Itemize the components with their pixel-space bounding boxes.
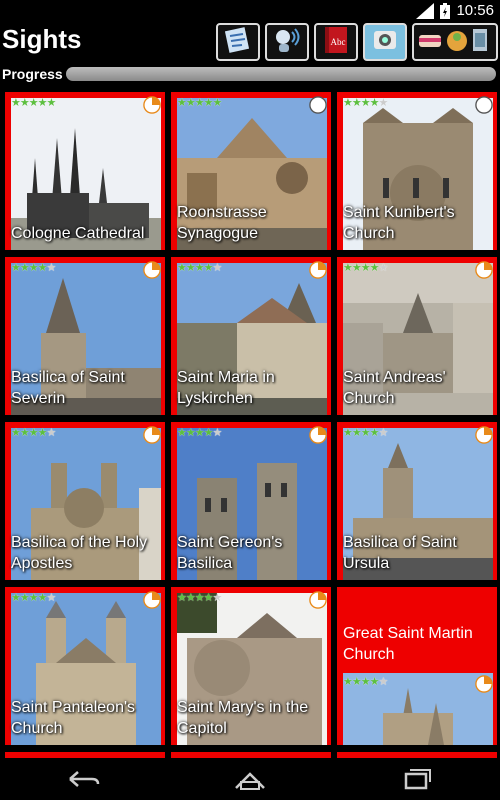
overall-progress-bar: [66, 67, 496, 81]
back-button[interactable]: [61, 763, 105, 795]
progress-pie-icon: [475, 675, 493, 693]
progress-label: Progress: [2, 66, 63, 82]
status-bar: 10:56: [0, 0, 500, 22]
map-icon: [223, 26, 253, 59]
sight-name: Great Saint Martin Church: [343, 625, 473, 663]
clock: 10:56: [456, 2, 494, 19]
sight-name: Basilica of the Holy Apostles: [11, 534, 148, 572]
sight-card[interactable]: ★★★★★ Saint Kunibert's Church: [337, 92, 497, 250]
rating-stars: ★★★★★: [177, 97, 222, 109]
progress-pie-icon: [475, 261, 493, 279]
rating-stars: ★★★★★: [177, 427, 222, 439]
sights-button[interactable]: [363, 23, 407, 61]
rating-stars: ★★★★★: [343, 262, 388, 274]
dictionary-button[interactable]: Abc: [314, 23, 358, 61]
sight-card[interactable]: ★★★★★ Basilica of Saint Ursula: [337, 422, 497, 580]
sight-name: Saint Pantaleon's Church: [11, 699, 136, 737]
sight-name: Saint Gereon's Basilica: [177, 534, 283, 572]
sight-name: Saint Mary's in the Capitol: [177, 699, 309, 737]
rating-stars: ★★★★★: [343, 427, 388, 439]
sights-grid: ★★★★★ Cologne Cathedral ★★★★★ Roonstrass…: [0, 88, 500, 758]
book-abc-icon: Abc: [321, 25, 351, 60]
sight-card[interactable]: ★★★★★ Saint Andreas' Church: [337, 257, 497, 415]
progress-pie-icon: [143, 426, 161, 444]
sight-card[interactable]: ★★★★★ Basilica of Saint Severin: [5, 257, 165, 415]
status-icons: 10:56: [416, 2, 494, 19]
progress-pie-icon: [309, 426, 327, 444]
rating-stars: ★★★★★: [177, 262, 222, 274]
progress-pie-icon: [309, 591, 327, 609]
system-nav-bar: [0, 758, 500, 800]
sight-card[interactable]: ★★★★★ Saint Pantaleon's Church: [5, 587, 165, 745]
signal-icon: [416, 2, 435, 19]
sight-card[interactable]: ★★★★★ Cologne Cathedral: [5, 92, 165, 250]
home-button[interactable]: [228, 763, 272, 795]
audio-guide-button[interactable]: [265, 23, 309, 61]
sight-card[interactable]: Great Saint Martin Church ★★★★★: [337, 587, 497, 745]
progress-pie-icon: [309, 96, 327, 114]
rating-stars: ★★★★★: [11, 592, 56, 604]
app-bar: Sights Abc: [0, 22, 500, 66]
back-icon: [69, 771, 100, 787]
sight-card[interactable]: ★★★★★ Saint Mary's in the Capitol: [171, 587, 331, 745]
sight-card[interactable]: ★★★★★ Roonstrasse Synagogue: [171, 92, 331, 250]
rating-stars: ★★★★★: [177, 592, 222, 604]
sight-name: Saint Maria in Lyskirchen: [177, 369, 275, 407]
rating-stars: ★★★★★: [11, 97, 56, 109]
battery-icon: [440, 2, 451, 19]
progress-pie-icon: [143, 96, 161, 114]
sight-card[interactable]: ★★★★★ Saint Gereon's Basilica: [171, 422, 331, 580]
rating-stars: ★★★★★: [343, 676, 388, 688]
food-drink-button[interactable]: [412, 23, 498, 61]
progress-pie-icon: [475, 96, 493, 114]
progress-pie-icon: [143, 261, 161, 279]
sight-card[interactable]: ★★★★★ Basilica of the Holy Apostles: [5, 422, 165, 580]
sight-name: Cologne Cathedral: [11, 225, 145, 242]
progress-pie-icon: [143, 591, 161, 609]
sight-name: Roonstrasse Synagogue: [177, 204, 267, 242]
speaker-person-icon: [272, 26, 302, 59]
map-tool-button[interactable]: [216, 23, 260, 61]
sight-card[interactable]: ★★★★★ Saint Maria in Lyskirchen: [171, 257, 331, 415]
svg-text:Abc: Abc: [331, 37, 346, 47]
rating-stars: ★★★★★: [11, 262, 56, 274]
home-icon: [235, 772, 265, 790]
sight-name: Saint Kunibert's Church: [343, 204, 455, 242]
progress-pie-icon: [475, 426, 493, 444]
sight-name: Saint Andreas' Church: [343, 369, 446, 407]
rating-stars: ★★★★★: [343, 97, 388, 109]
camera-icon: [370, 26, 400, 59]
recents-button[interactable]: [395, 763, 439, 795]
sight-name: Basilica of Saint Ursula: [343, 534, 457, 572]
progress-pie-icon: [309, 261, 327, 279]
sight-name: Basilica of Saint Severin: [11, 369, 125, 407]
rating-stars: ★★★★★: [11, 427, 56, 439]
food-icon: [415, 25, 495, 60]
page-title: Sights: [2, 24, 82, 54]
recents-icon: [404, 769, 431, 790]
